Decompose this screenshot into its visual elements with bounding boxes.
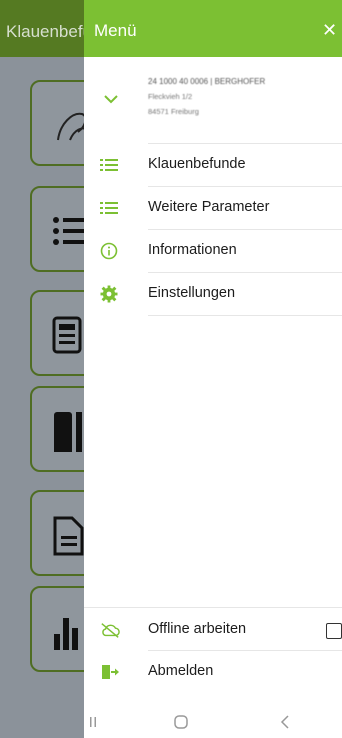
- divider: [148, 315, 342, 316]
- menu-item-label: Informationen: [148, 242, 237, 258]
- list-icon: [100, 159, 118, 171]
- profile-line-3: 84571 Freiburg: [148, 107, 199, 116]
- profile-section[interactable]: 24 1000 40 0006 | BERGHOFER Fleckvieh 1/…: [84, 64, 342, 146]
- menu-item-weitere-parameter[interactable]: Weitere Parameter: [84, 187, 342, 229]
- profile-info: 24 1000 40 0006 | BERGHOFER Fleckvieh 1/…: [148, 74, 265, 119]
- navigation-drawer: Menü ✕ 24 1000 40 0006 | BERGHOFER Fleck…: [84, 0, 342, 738]
- menu-item-label: Klauenbefunde: [148, 156, 246, 172]
- offline-toggle-row[interactable]: Offline arbeiten: [84, 609, 342, 651]
- home-icon[interactable]: [170, 711, 192, 733]
- offline-label: Offline arbeiten: [148, 621, 247, 637]
- close-icon[interactable]: ✕: [322, 20, 342, 40]
- recent-apps-icon[interactable]: [84, 711, 106, 733]
- back-icon[interactable]: [274, 711, 296, 733]
- menu-item-informationen[interactable]: Informationen: [84, 230, 342, 272]
- logout-row[interactable]: Abmelden: [84, 651, 342, 693]
- gear-icon: [100, 285, 118, 303]
- chevron-down-icon[interactable]: [104, 94, 118, 104]
- system-navigation-bar: [84, 705, 342, 738]
- menu-item-einstellungen[interactable]: Einstellungen: [84, 273, 342, 315]
- menu-item-label: Weitere Parameter: [148, 199, 270, 215]
- divider: [84, 607, 342, 608]
- logout-icon: [102, 665, 119, 679]
- offline-checkbox[interactable]: [326, 623, 342, 639]
- menu-item-klauenbefunde[interactable]: Klauenbefunde: [84, 144, 342, 186]
- logout-label: Abmelden: [148, 663, 214, 679]
- drawer-title: Menü: [94, 21, 137, 40]
- menu-item-label: Einstellungen: [148, 285, 236, 301]
- info-icon: [100, 242, 118, 260]
- cloud-off-icon: [101, 623, 120, 638]
- profile-line-1: 24 1000 40 0006 | BERGHOFER: [148, 77, 266, 86]
- list-icon: [100, 202, 118, 214]
- drawer-header: Menü ✕: [84, 0, 342, 57]
- profile-line-2: Fleckvieh 1/2: [148, 92, 193, 101]
